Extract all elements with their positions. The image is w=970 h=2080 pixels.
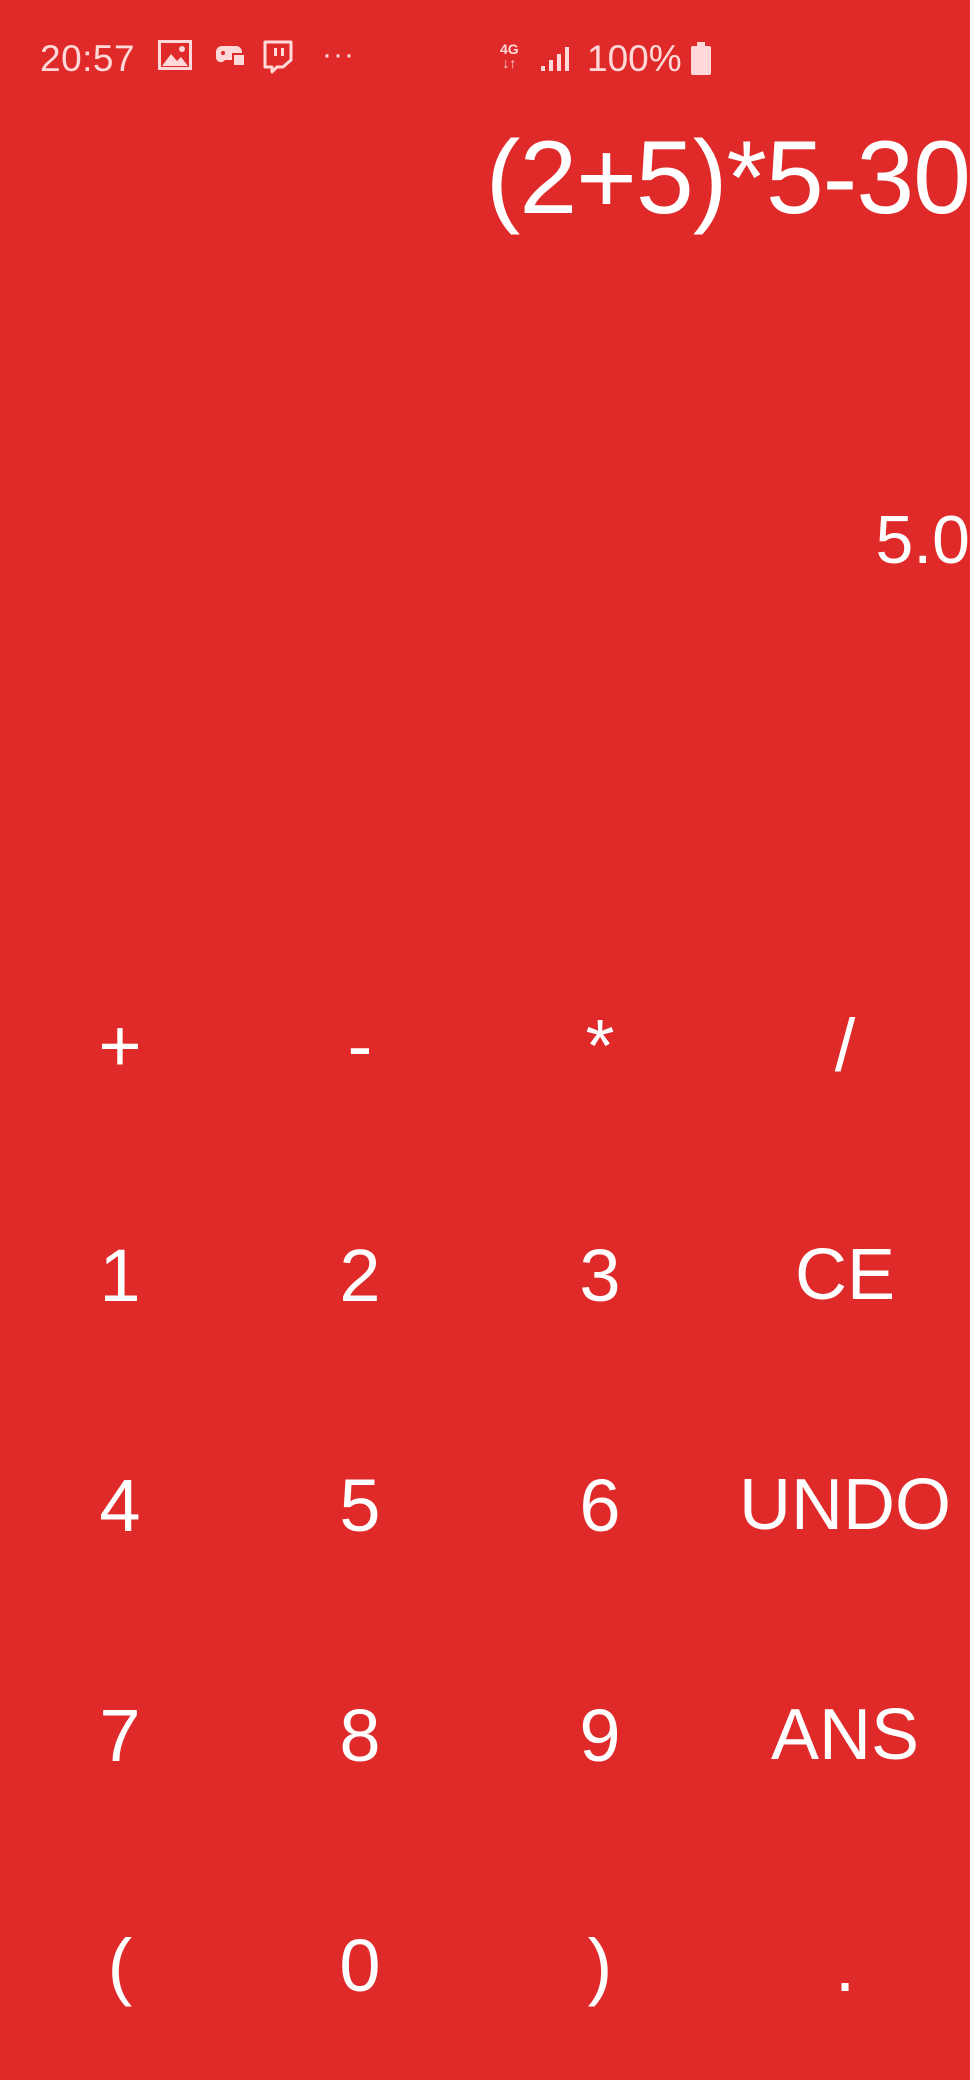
result-display: 5.0 xyxy=(875,502,970,578)
digit-6-button[interactable]: 6 xyxy=(480,1390,720,1620)
digit-9-button[interactable]: 9 xyxy=(480,1620,720,1850)
subtract-button[interactable]: - xyxy=(240,930,480,1160)
clear-entry-button[interactable]: CE xyxy=(720,1160,970,1390)
data-arrows-icon: ↓↑ xyxy=(502,55,517,71)
keypad: + - * / 1 2 3 CE 4 5 6 UNDO 7 8 9 ANS ( … xyxy=(0,930,970,2080)
digit-3-button[interactable]: 3 xyxy=(480,1160,720,1390)
status-time: 20:57 xyxy=(40,38,136,79)
open-paren-button[interactable]: ( xyxy=(0,1850,240,2080)
status-bar: 20:57 ··· 4G ↓↑ 100% xyxy=(0,0,970,120)
multiply-button[interactable]: * xyxy=(480,930,720,1160)
digit-2-button[interactable]: 2 xyxy=(240,1160,480,1390)
digit-4-button[interactable]: 4 xyxy=(0,1390,240,1620)
add-button[interactable]: + xyxy=(0,930,240,1160)
expression-display: (2+5)*5-30 xyxy=(485,120,970,236)
digit-5-button[interactable]: 5 xyxy=(240,1390,480,1620)
digit-8-button[interactable]: 8 xyxy=(240,1620,480,1850)
more-dots-icon: ··· xyxy=(322,38,355,71)
digit-0-button[interactable]: 0 xyxy=(240,1850,480,2080)
image-icon xyxy=(158,40,192,74)
battery-icon xyxy=(690,42,712,76)
digit-7-button[interactable]: 7 xyxy=(0,1620,240,1850)
close-paren-button[interactable]: ) xyxy=(480,1850,720,2080)
battery-percent: 100% xyxy=(587,38,682,79)
answer-button[interactable]: ANS xyxy=(720,1620,970,1850)
digit-1-button[interactable]: 1 xyxy=(0,1160,240,1390)
game-controller-icon xyxy=(212,40,248,74)
undo-button[interactable]: UNDO xyxy=(720,1390,970,1620)
decimal-point-button[interactable]: . xyxy=(720,1850,970,2080)
signal-icon xyxy=(540,46,572,80)
twitch-icon xyxy=(262,40,294,74)
network-type: 4G ↓↑ xyxy=(500,42,519,70)
divide-button[interactable]: / xyxy=(720,930,970,1160)
